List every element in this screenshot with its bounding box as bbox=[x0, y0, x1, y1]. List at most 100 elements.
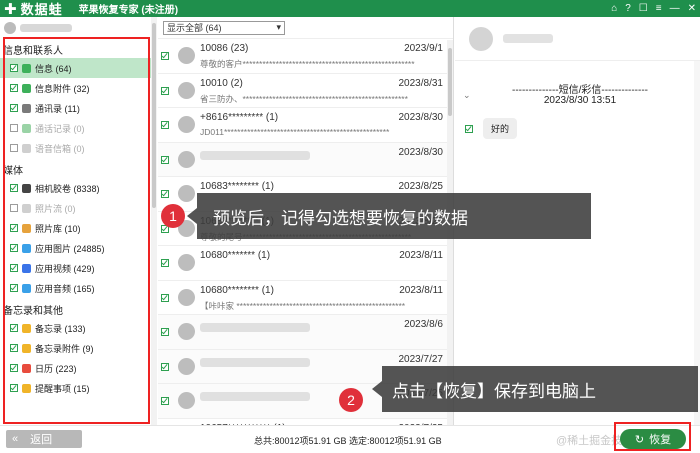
gift-icon[interactable]: ⌂ bbox=[611, 3, 617, 14]
message-preview: 【咔咔家 ***********************************… bbox=[200, 300, 406, 311]
sidebar-item[interactable]: 照片流 (0) bbox=[0, 198, 156, 218]
sidebar-item-checkbox[interactable] bbox=[10, 284, 18, 292]
message-sender: +8616********* (1) bbox=[200, 112, 279, 123]
filter-select[interactable]: 显示全部 (64) ▾ bbox=[163, 20, 285, 35]
sidebar-item[interactable]: 信息 (64) bbox=[0, 58, 156, 78]
sidebar-item[interactable]: 提醒事项 (15) bbox=[0, 378, 156, 398]
sidebar-item-label: 应用图片 (24885) bbox=[35, 243, 105, 254]
message-row[interactable]: 10680******* (1) 2023/8/11 bbox=[158, 246, 453, 281]
sidebar-item[interactable]: 信息附件 (32) bbox=[0, 78, 156, 98]
sidebar-item-checkbox[interactable] bbox=[10, 84, 18, 92]
message-row[interactable]: 10010 (2) 2023/8/31 省三防办、*****************… bbox=[158, 74, 453, 108]
message-checkbox[interactable] bbox=[161, 259, 169, 267]
sidebar-item-checkbox[interactable] bbox=[10, 324, 18, 332]
sidebar-item-label: 备忘录附件 (9) bbox=[35, 343, 94, 354]
sidebar-item[interactable]: 应用视频 (429) bbox=[0, 258, 156, 278]
message-checkbox[interactable] bbox=[161, 121, 169, 129]
annotation-2-arrow bbox=[372, 381, 382, 397]
message-checkbox[interactable] bbox=[161, 155, 169, 164]
message-sender: 10010 (2) bbox=[200, 77, 243, 89]
annotation-1-number: 1 bbox=[161, 204, 185, 228]
sidebar-item-checkbox[interactable] bbox=[10, 264, 18, 272]
message-date: 2023/7/27 bbox=[398, 353, 444, 365]
message-row[interactable]: 2023/8/6 bbox=[158, 315, 453, 350]
chat-icon[interactable]: ☐ bbox=[639, 3, 648, 14]
sidebar-item[interactable]: 通讯录 (11) bbox=[0, 98, 156, 118]
detail-header bbox=[455, 17, 700, 61]
sidebar-item[interactable]: 通话记录 (0) bbox=[0, 118, 156, 138]
sidebar-item[interactable]: 相机胶卷 (8338) bbox=[0, 178, 156, 198]
bottom-bar: « 返回 总共:80012项51.91 GB 选定:80012项51.91 GB… bbox=[0, 425, 700, 453]
message-type-label: --------------短信/彩信-------------- bbox=[511, 85, 649, 96]
help-icon[interactable]: ? bbox=[625, 3, 631, 14]
sidebar-item-checkbox[interactable] bbox=[10, 104, 18, 112]
message-checkbox[interactable] bbox=[161, 328, 169, 336]
recover-button[interactable]: ↻ 恢复 bbox=[620, 429, 686, 449]
sidebar-item[interactable]: 备忘录 (133) bbox=[0, 318, 156, 338]
contact-avatar-icon bbox=[178, 185, 195, 202]
message-date: 2023/8/25 bbox=[398, 181, 444, 192]
message-date: 2023/8/11 bbox=[399, 284, 443, 296]
sidebar-category-title: 备忘录和其他 bbox=[3, 306, 63, 317]
sidebar-item-checkbox[interactable] bbox=[10, 64, 18, 72]
sidebar-item-checkbox[interactable] bbox=[10, 244, 18, 252]
sidebar-item-checkbox[interactable] bbox=[10, 144, 18, 152]
message-date: 2023/8/6 bbox=[404, 319, 443, 330]
close-icon[interactable]: ✕ bbox=[688, 3, 696, 14]
sidebar-scroll-thumb[interactable] bbox=[152, 23, 156, 208]
category-icon bbox=[22, 123, 31, 133]
back-button[interactable]: « 返回 bbox=[6, 430, 82, 448]
message-checkbox[interactable] bbox=[161, 397, 169, 405]
totals-text: 总共:80012项51.91 GB 选定:80012项51.91 GB bbox=[254, 436, 442, 446]
category-icon bbox=[22, 283, 31, 293]
sidebar-item[interactable]: 应用图片 (24885) bbox=[0, 238, 156, 258]
device-name-blurred bbox=[20, 23, 72, 32]
message-preview: JD011***********************************… bbox=[200, 127, 390, 137]
expand-chevron-icon[interactable]: ⌄ bbox=[463, 90, 471, 101]
message-row[interactable]: 10086 (23) 2023/9/1 尊敬的客户*****************… bbox=[158, 39, 453, 74]
annotation-1: 1 预览后，记得勾选想要恢复的数据 bbox=[161, 193, 591, 239]
minimize-icon[interactable]: — bbox=[670, 3, 680, 14]
message-checkbox[interactable] bbox=[161, 190, 169, 198]
app-window: ✚ 数据蛙 苹果恢复专家 (未注册) ⌂ ? ☐ ≡ — ✕ 信息和联系人 信息 … bbox=[0, 0, 700, 453]
category-icon bbox=[22, 243, 31, 253]
message-checkbox[interactable] bbox=[161, 362, 169, 371]
message-checkbox[interactable] bbox=[161, 293, 169, 302]
bubble-checkbox[interactable] bbox=[465, 124, 473, 133]
category-icon bbox=[22, 83, 31, 93]
sidebar-item-checkbox[interactable] bbox=[10, 224, 18, 232]
recover-icon: ↻ bbox=[634, 433, 645, 446]
sidebar-item-checkbox[interactable] bbox=[10, 344, 18, 352]
sidebar-item[interactable]: 应用音频 (165) bbox=[0, 278, 156, 298]
sidebar-item[interactable]: 语音信箱 (0) bbox=[0, 138, 156, 158]
message-row[interactable]: +8616********* (1) 2023/8/30 JD011********… bbox=[158, 108, 453, 143]
sidebar-item[interactable]: 备忘录附件 (9) bbox=[0, 338, 156, 358]
message-checkbox[interactable] bbox=[161, 86, 169, 95]
sidebar-item-checkbox[interactable] bbox=[10, 384, 18, 392]
message-row[interactable]: 10680******** (1) 2023/8/11 【咔咔家 *********… bbox=[158, 281, 453, 315]
category-icon bbox=[22, 343, 31, 353]
menu-icon[interactable]: ≡ bbox=[656, 3, 662, 14]
message-date: 2023/8/11 bbox=[399, 250, 443, 261]
sidebar-item-checkbox[interactable] bbox=[10, 204, 18, 212]
sidebar-item[interactable]: 日历 (223) bbox=[0, 358, 156, 378]
sidebar-item-label: 信息 (64) bbox=[35, 63, 72, 74]
sidebar-item-checkbox[interactable] bbox=[10, 364, 18, 372]
sidebar-item-label: 日历 (223) bbox=[35, 363, 77, 374]
device-row[interactable] bbox=[0, 17, 156, 38]
sidebar-scrollbar[interactable] bbox=[151, 17, 157, 425]
list-scroll-thumb[interactable] bbox=[448, 48, 452, 116]
blurred-sender bbox=[200, 150, 310, 160]
sidebar-item[interactable]: 照片库 (10) bbox=[0, 218, 156, 238]
message-row[interactable]: 2023/8/30 bbox=[158, 142, 453, 177]
sidebar-item-label: 通讯录 (11) bbox=[35, 103, 80, 114]
sidebar-item-checkbox[interactable] bbox=[10, 124, 18, 132]
sidebar-category-title: 信息和联系人 bbox=[3, 46, 63, 57]
sidebar-item-checkbox[interactable] bbox=[10, 184, 18, 192]
message-checkbox[interactable] bbox=[161, 52, 169, 60]
filter-bar: 显示全部 (64) ▾ bbox=[158, 17, 453, 39]
category-icon bbox=[22, 183, 31, 193]
annotation-2-text: 点击【恢复】保存到电脑上 bbox=[392, 381, 596, 401]
sidebar-item-label: 照片库 (10) bbox=[35, 223, 81, 234]
category-icon bbox=[22, 103, 31, 113]
